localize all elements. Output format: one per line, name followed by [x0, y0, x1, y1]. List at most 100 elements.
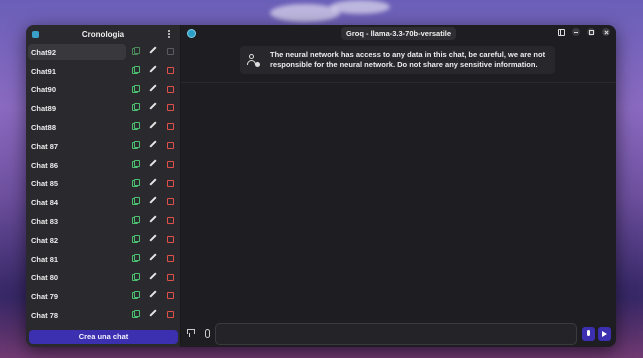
pencil-icon[interactable]: [149, 141, 156, 148]
trash-icon[interactable]: [166, 235, 174, 243]
chat-item-actions: [132, 291, 174, 300]
privacy-banner-text: The neural network has access to any dat…: [270, 50, 546, 69]
chat-item-label: Chat92: [31, 47, 57, 57]
chat-list-item[interactable]: Chat 83: [26, 212, 181, 231]
hand-icon[interactable]: [187, 329, 195, 337]
privacy-banner: The neural network has access to any dat…: [240, 46, 555, 74]
chat-item-label: Chat90: [31, 85, 57, 95]
chat-list-item[interactable]: Chat91: [26, 62, 181, 81]
chat-list-item[interactable]: Chat 79: [26, 287, 181, 306]
pencil-icon[interactable]: [149, 103, 156, 110]
chat-item-label: Chat 81: [31, 254, 59, 264]
trash-icon[interactable]: [166, 310, 174, 319]
chat-item-label: Chat 83: [31, 217, 59, 227]
copy-icon[interactable]: [132, 47, 140, 55]
copy-icon[interactable]: [132, 253, 140, 262]
send-button[interactable]: [598, 327, 611, 341]
pencil-icon[interactable]: [149, 197, 156, 204]
kebab-menu-icon[interactable]: [166, 28, 172, 40]
message-input[interactable]: [215, 323, 577, 345]
trash-icon[interactable]: [166, 103, 174, 112]
window-controls: [557, 28, 610, 36]
chat-list-item[interactable]: Chat 82: [26, 231, 181, 250]
pencil-icon[interactable]: [149, 47, 156, 54]
input-bar: [181, 321, 616, 347]
chat-list-item[interactable]: Chat89: [26, 99, 181, 118]
copy-icon[interactable]: [132, 65, 140, 74]
sidebar-header: Cronologia: [26, 25, 180, 43]
trash-icon[interactable]: [166, 273, 174, 281]
chat-item-actions: [132, 122, 174, 131]
copy-icon[interactable]: [132, 178, 140, 187]
chat-item-actions: [132, 84, 174, 93]
chat-list-item[interactable]: Chat 86: [26, 156, 181, 175]
copy-icon[interactable]: [132, 84, 140, 93]
pencil-icon[interactable]: [149, 122, 156, 129]
pencil-icon[interactable]: [149, 85, 156, 92]
trash-icon[interactable]: [166, 160, 174, 168]
chat-item-actions: [132, 253, 174, 262]
minimize-icon[interactable]: [572, 28, 580, 36]
trash-icon[interactable]: [166, 122, 174, 131]
copy-icon[interactable]: [132, 140, 140, 149]
trash-icon[interactable]: [166, 66, 174, 74]
trash-icon[interactable]: [166, 85, 174, 93]
chat-list-item[interactable]: Chat 78: [26, 306, 181, 325]
pencil-icon[interactable]: [149, 291, 156, 298]
new-chat-button[interactable]: Crea una chat: [29, 330, 178, 344]
pencil-icon[interactable]: [149, 273, 156, 280]
microphone-button[interactable]: [582, 327, 595, 341]
pencil-icon[interactable]: [149, 235, 156, 242]
copy-icon[interactable]: [132, 159, 140, 168]
chat-list-item[interactable]: Chat 84: [26, 193, 181, 212]
chat-list-item[interactable]: Chat 85: [26, 175, 181, 194]
close-icon[interactable]: [602, 28, 610, 36]
chat-list-item[interactable]: Chat 80: [26, 269, 181, 288]
trash-icon[interactable]: [166, 47, 174, 55]
model-avatar-icon[interactable]: [187, 29, 196, 38]
chat-list-item[interactable]: Chat92: [26, 43, 181, 62]
trash-icon[interactable]: [166, 141, 174, 149]
trash-icon[interactable]: [166, 291, 174, 300]
app-window: Cronologia Chat92 Chat91 Chat90 Chat89 Chat8…: [26, 25, 616, 347]
chat-item-actions: [132, 178, 174, 187]
chat-item-label: Chat 82: [31, 235, 59, 245]
chat-item-label: Chat 84: [31, 198, 59, 208]
copy-icon[interactable]: [132, 122, 140, 131]
chat-list-item[interactable]: Chat90: [26, 81, 181, 100]
chat-item-actions: [132, 197, 174, 206]
copy-icon[interactable]: [132, 310, 140, 319]
trash-icon[interactable]: [166, 254, 174, 262]
chat-item-actions: [132, 65, 174, 74]
pencil-icon[interactable]: [149, 160, 156, 167]
trash-icon[interactable]: [166, 197, 174, 206]
chat-list-item[interactable]: Chat 87: [26, 137, 181, 156]
chat-item-actions: [132, 103, 174, 112]
send-arrow-icon: [602, 331, 607, 337]
chat-list: Chat92 Chat91 Chat90 Chat89 Chat88 Chat 87 Cha…: [26, 43, 181, 325]
trash-icon[interactable]: [166, 216, 174, 225]
pencil-icon[interactable]: [149, 179, 156, 186]
chat-item-label: Chat 78: [31, 311, 59, 321]
copy-icon[interactable]: [132, 103, 140, 112]
copy-icon[interactable]: [132, 272, 140, 281]
pencil-icon[interactable]: [149, 216, 156, 223]
copy-icon[interactable]: [132, 234, 140, 243]
banner-area: The neural network has access to any dat…: [181, 43, 616, 83]
maximize-icon[interactable]: [587, 28, 595, 36]
pencil-icon[interactable]: [149, 66, 156, 73]
pencil-icon[interactable]: [149, 254, 156, 261]
copy-icon[interactable]: [132, 197, 140, 206]
copy-icon[interactable]: [132, 291, 140, 300]
sidebar-toggle-icon[interactable]: [557, 28, 565, 36]
pencil-icon[interactable]: [149, 310, 156, 317]
copy-icon[interactable]: [132, 216, 140, 225]
chat-list-item[interactable]: Chat 81: [26, 250, 181, 269]
paperclip-icon[interactable]: [203, 329, 211, 338]
trash-icon[interactable]: [166, 179, 174, 187]
chat-item-label: Chat88: [31, 123, 57, 133]
model-title[interactable]: Groq - llama-3.3-70b-versatile: [341, 27, 457, 40]
chat-list-item[interactable]: Chat88: [26, 118, 181, 137]
main-panel: Groq - llama-3.3-70b-versatile The neura…: [181, 25, 616, 347]
chat-item-label: Chat 85: [31, 179, 59, 189]
